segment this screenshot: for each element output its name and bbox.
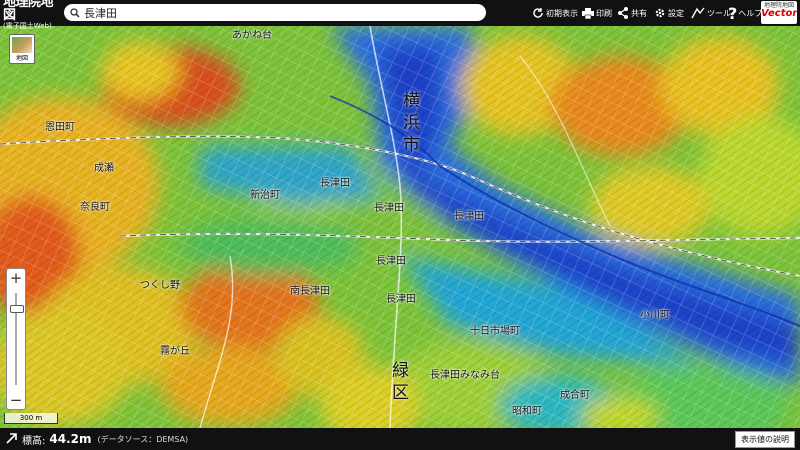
place-label: 新治町 [250,190,280,201]
place-label: 長津田 [374,203,404,214]
app-logo[interactable]: 地理院地図 (電子国土Web) [0,0,63,30]
search-box[interactable] [64,4,486,21]
header-bar: 地理院地図 (電子国土Web) 初期表示 印刷 共有 設定 ツール ? ヘルプ … [0,0,800,30]
place-label: 成合町 [560,390,590,401]
app-subtitle: (電子国土Web) [3,22,52,30]
layer-switch-button[interactable]: 地図 [9,34,35,64]
gear-icon [655,8,665,18]
zoom-in-button[interactable]: + [7,269,25,287]
elevation-value: 44.2m [49,432,92,446]
place-label: 小川町 [640,310,670,321]
place-label: 長津田 [454,211,484,222]
place-label: 霧が丘 [160,346,190,357]
app-title: 地理院地図 [3,0,54,23]
place-label: 十日市場町 [470,326,520,337]
print-button[interactable]: 印刷 [582,0,612,26]
ward-label: 緑区 [392,361,409,403]
place-label: 昭和町 [512,406,542,417]
map-canvas[interactable]: 地図 横浜市 緑区 あかね台 長津田 長津田 長津田 長津田 長津田 つくし野 … [0,26,800,428]
legend-explanation-button[interactable]: 表示値の説明 [735,431,795,448]
help-icon: ? [728,3,738,23]
scale-bar: 300 m [4,413,58,424]
tools-button[interactable]: ツール [691,0,731,26]
place-label: あかね台 [232,30,272,41]
place-label: 南長津田 [290,286,330,297]
status-bar: 標高: 44.2m (データソース：DEMSA) 表示値の説明 [0,428,800,450]
printer-icon [582,7,594,19]
place-label: 長津田みなみ台 [430,370,500,381]
layer-thumbnail [12,37,32,53]
place-label: 成瀬 [94,163,114,174]
expand-arrow-icon[interactable] [6,432,18,444]
vector-logo[interactable]: 地理院地図 Vector [761,1,797,24]
reload-icon [533,8,543,18]
place-label: 長津田 [386,294,416,305]
share-icon [618,7,628,19]
place-label: つくし野 [140,280,180,291]
settings-button[interactable]: 設定 [654,0,684,26]
zoom-control: + − [6,268,26,410]
elevation-label: 標高: [22,435,46,447]
zoom-slider-handle[interactable] [10,305,24,313]
zoom-out-button[interactable]: − [7,391,25,409]
place-label: 長津田 [376,256,406,267]
city-label: 横浜市 [403,91,420,155]
tools-icon [691,7,705,19]
search-input[interactable] [84,6,464,19]
reset-view-button[interactable]: 初期表示 [532,0,578,26]
share-button[interactable]: 共有 [617,0,647,26]
search-icon [70,7,80,18]
place-label: 長津田 [320,178,350,189]
place-label: 奈良町 [80,202,110,213]
data-source: (データソース：DEMSA) [97,434,189,444]
place-label: 恩田町 [45,122,75,133]
help-button[interactable]: ? ヘルプ [728,0,762,26]
